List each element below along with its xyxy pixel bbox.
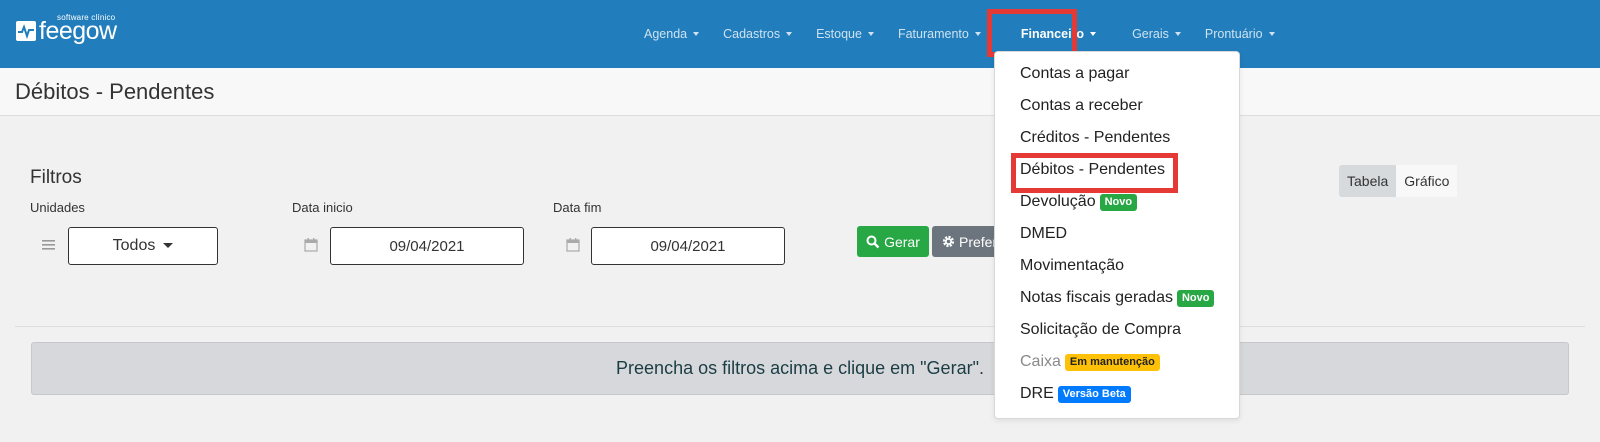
menu-item-label: Solicitação de Compra bbox=[1020, 321, 1181, 338]
view-toggle: Tabela Gráfico bbox=[1339, 165, 1458, 197]
caret-down-icon bbox=[693, 32, 700, 36]
unidades-dropdown[interactable]: Todos bbox=[68, 227, 218, 265]
data-inicio-input[interactable]: 09/04/2021 bbox=[330, 227, 524, 265]
caret-down-icon bbox=[867, 32, 874, 36]
preferencias-button[interactable]: Preferências bbox=[932, 226, 1002, 257]
menu-item-caixa[interactable]: Caixa Em manutenção bbox=[1020, 353, 1160, 371]
nav-gerais-label: Gerais bbox=[1132, 27, 1169, 41]
caret-down-icon bbox=[974, 32, 981, 36]
menu-item-label: Notas fiscais geradas bbox=[1020, 289, 1173, 306]
nav-prontuario[interactable]: Prontuário bbox=[1193, 27, 1287, 41]
caret-down-icon bbox=[786, 32, 793, 36]
menu-item-label: Débitos - Pendentes bbox=[1020, 161, 1165, 178]
beta-badge: Versão Beta bbox=[1057, 385, 1131, 403]
alert-message: Preencha os filtros acima e clique em "G… bbox=[616, 358, 984, 378]
menu-item-solicitacao-compra[interactable]: Solicitação de Compra bbox=[1020, 321, 1181, 339]
divider bbox=[15, 326, 1585, 327]
data-fim-label: Data fim bbox=[553, 200, 602, 215]
info-alert: Preencha os filtros acima e clique em "G… bbox=[31, 342, 1569, 395]
menu-item-label: Créditos - Pendentes bbox=[1020, 129, 1171, 146]
unidades-label: Unidades bbox=[30, 200, 85, 215]
nav-agenda-label: Agenda bbox=[644, 27, 688, 41]
caret-down-icon bbox=[1090, 32, 1097, 36]
new-badge: Novo bbox=[1176, 289, 1215, 307]
nav-faturamento[interactable]: Faturamento bbox=[886, 27, 993, 41]
feegow-logo[interactable]: software clínico feegow bbox=[16, 13, 117, 45]
top-navbar: software clínico feegow Agenda Cadastros… bbox=[0, 0, 1600, 68]
nav-financeiro[interactable]: Financeiro bbox=[993, 27, 1108, 41]
logo-icon bbox=[16, 21, 36, 41]
caret-down-icon bbox=[1174, 32, 1181, 36]
list-icon bbox=[41, 237, 57, 253]
tabela-toggle[interactable]: Tabela bbox=[1339, 165, 1397, 197]
menu-item-dmed[interactable]: DMED bbox=[1020, 225, 1067, 243]
gear-icon bbox=[942, 235, 955, 248]
page-header: Débitos - Pendentes bbox=[0, 68, 1600, 116]
menu-item-label: DRE bbox=[1020, 385, 1054, 402]
nav-estoque-label: Estoque bbox=[816, 27, 862, 41]
nav-financeiro-label: Financeiro bbox=[1020, 27, 1085, 41]
menu-item-label: Contas a receber bbox=[1020, 97, 1143, 114]
menu-item-creditos-pendentes[interactable]: Créditos - Pendentes bbox=[1020, 129, 1170, 147]
caret-down-icon bbox=[1268, 32, 1275, 36]
calendar-icon bbox=[303, 237, 319, 253]
gerar-button[interactable]: Gerar bbox=[857, 226, 929, 257]
menu-item-label: Caixa bbox=[1020, 353, 1061, 370]
menu-item-label: Contas a pagar bbox=[1020, 65, 1130, 82]
gerar-label: Gerar bbox=[884, 233, 920, 250]
menu-item-contas-pagar[interactable]: Contas a pagar bbox=[1020, 65, 1129, 83]
menu-item-notas-fiscais[interactable]: Notas fiscais geradas Novo bbox=[1020, 289, 1215, 307]
data-inicio-label: Data inicio bbox=[292, 200, 353, 215]
nav-cadastros-label: Cadastros bbox=[723, 27, 781, 41]
maintenance-badge: Em manutenção bbox=[1064, 353, 1160, 371]
new-badge: Novo bbox=[1099, 193, 1138, 211]
nav-gerais[interactable]: Gerais bbox=[1108, 27, 1193, 41]
caret-down-icon bbox=[163, 242, 174, 248]
filters-title: Filtros bbox=[30, 167, 82, 188]
calendar-icon bbox=[565, 237, 581, 253]
menu-item-label: Movimentação bbox=[1020, 257, 1125, 274]
menu-item-dre[interactable]: DRE Versão Beta bbox=[1020, 385, 1131, 403]
data-fim-input[interactable]: 09/04/2021 bbox=[591, 227, 785, 265]
menu-item-debitos-pendentes[interactable]: Débitos - Pendentes bbox=[1020, 161, 1165, 179]
menu-item-movimentacao[interactable]: Movimentação bbox=[1020, 257, 1124, 275]
menu-item-contas-receber[interactable]: Contas a receber bbox=[1020, 97, 1143, 115]
financeiro-dropdown-menu: Contas a pagar Contas a receber Créditos… bbox=[994, 51, 1240, 419]
page-title: Débitos - Pendentes bbox=[15, 79, 215, 104]
nav-agenda[interactable]: Agenda bbox=[632, 27, 711, 41]
logo-subtitle: software clínico bbox=[57, 13, 116, 22]
nav-cadastros[interactable]: Cadastros bbox=[711, 27, 804, 41]
nav-prontuario-label: Prontuário bbox=[1204, 27, 1263, 41]
nav-estoque[interactable]: Estoque bbox=[804, 27, 886, 41]
nav-faturamento-label: Faturamento bbox=[897, 27, 969, 41]
menu-item-label: DMED bbox=[1020, 225, 1068, 242]
unidades-value: Todos bbox=[112, 237, 156, 254]
search-icon bbox=[866, 235, 880, 248]
grafico-toggle[interactable]: Gráfico bbox=[1396, 165, 1458, 197]
menu-item-label: Devolução bbox=[1020, 193, 1096, 210]
menu-item-devolucao[interactable]: Devolução Novo bbox=[1020, 193, 1138, 211]
